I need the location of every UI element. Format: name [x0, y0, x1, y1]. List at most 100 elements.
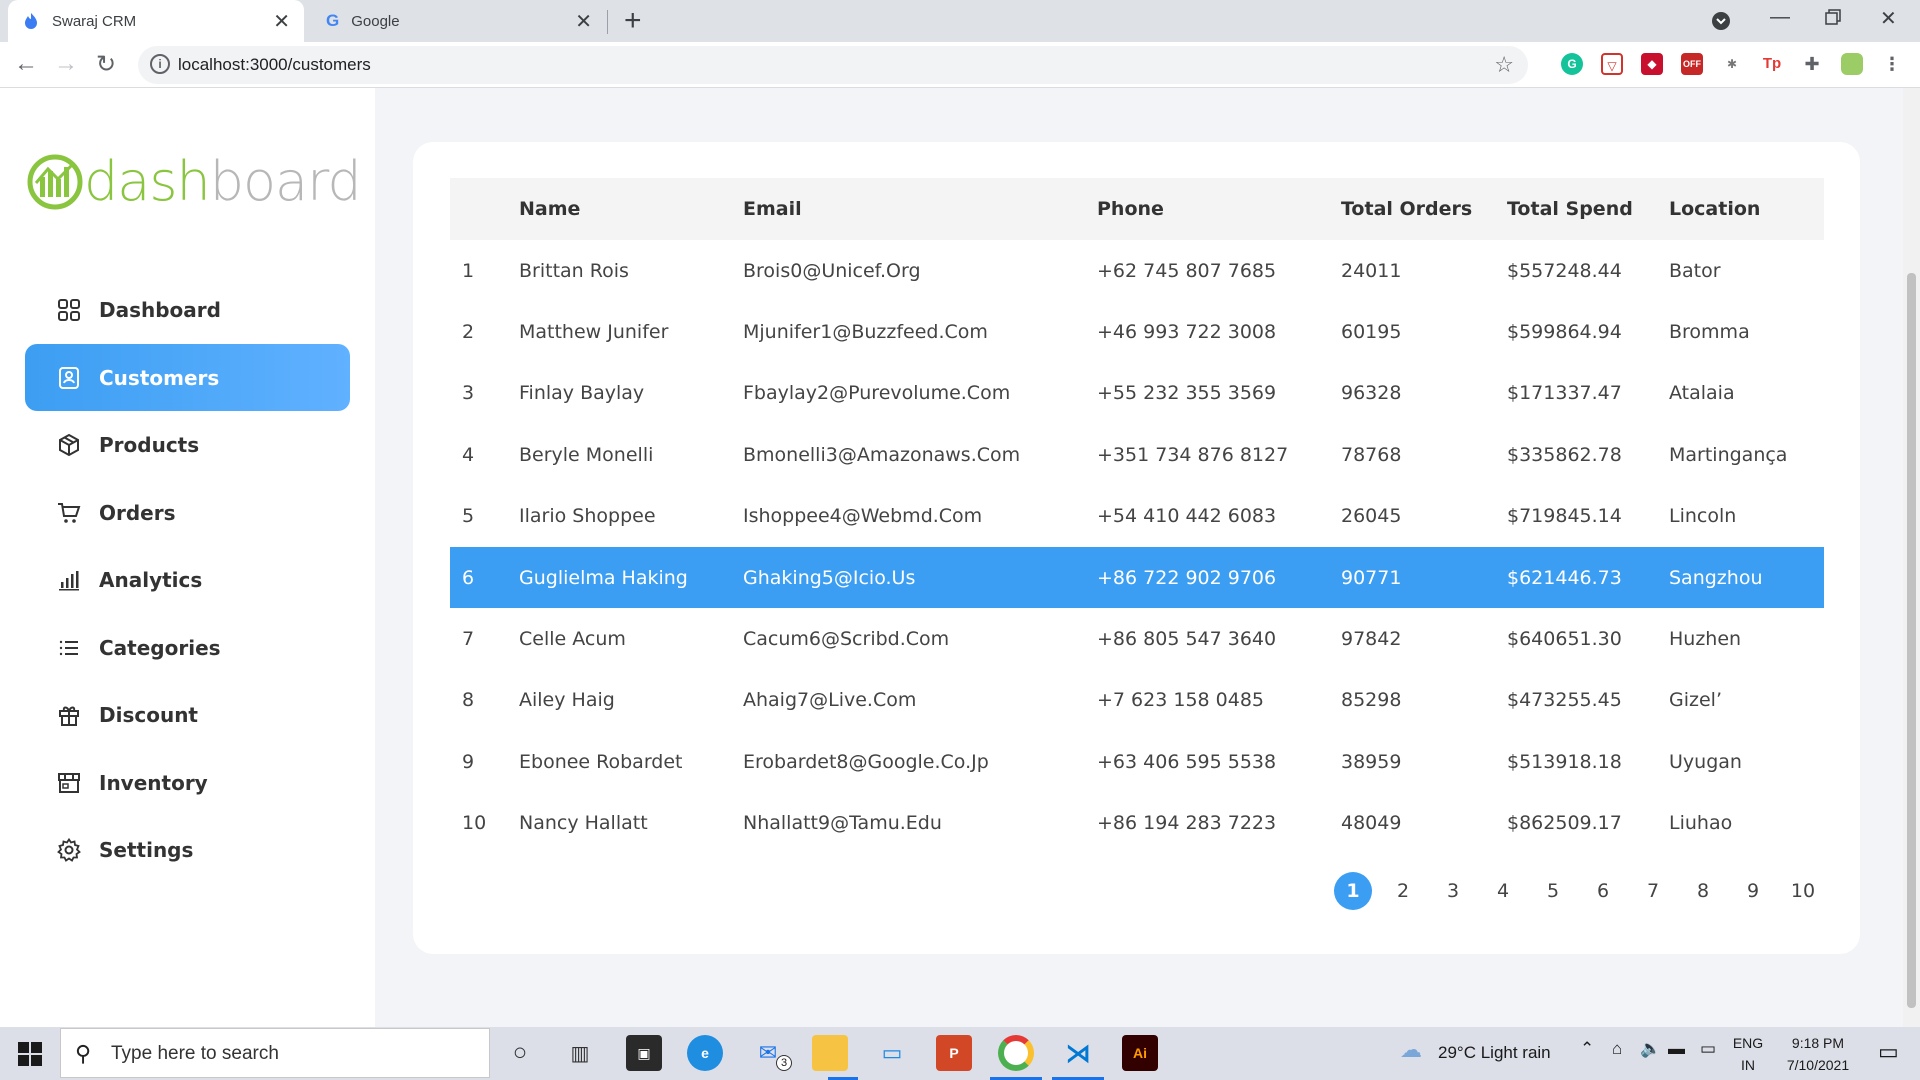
computer-icon[interactable]: ▭ — [874, 1035, 910, 1071]
cell-phone: +86 805 547 3640 — [1097, 628, 1277, 651]
tab-search-icon[interactable] — [1710, 10, 1732, 38]
volume-icon[interactable]: 🔈 — [1640, 1039, 1661, 1059]
notifications-icon[interactable]: ▭ — [1878, 1039, 1899, 1065]
sidebar-item-settings[interactable]: Settings — [25, 816, 350, 883]
cell-total-spend: $862509.17 — [1507, 812, 1622, 835]
new-tab-button[interactable]: + — [624, 4, 642, 38]
vscode-icon[interactable]: ⋊ — [1060, 1035, 1096, 1071]
restore-button[interactable] — [1824, 8, 1842, 32]
powerpoint-icon[interactable]: P — [936, 1035, 972, 1071]
bookmark-star-icon[interactable]: ☆ — [1494, 52, 1514, 78]
sidebar-item-orders[interactable]: Orders — [25, 479, 350, 546]
tab-swaraj-crm[interactable]: Swaraj CRM ✕ — [8, 0, 304, 42]
close-tab-icon[interactable]: ✕ — [575, 9, 592, 34]
tab-google[interactable]: G Google ✕ — [312, 0, 606, 42]
page-button-10[interactable]: 10 — [1784, 872, 1822, 910]
column-header-name[interactable]: Name — [507, 178, 731, 240]
page-button-2[interactable]: 2 — [1384, 872, 1422, 910]
sidebar-item-categories[interactable]: Categories — [25, 614, 350, 681]
cell-name: Nancy Hallatt — [519, 812, 648, 835]
scrollbar-thumb[interactable] — [1907, 273, 1916, 1008]
profile-avatar[interactable] — [1841, 53, 1863, 75]
battery-icon[interactable]: ▬ — [1668, 1039, 1685, 1059]
shield-extension-icon[interactable]: ◆ — [1641, 53, 1663, 75]
sidebar-item-analytics[interactable]: Analytics — [25, 546, 350, 613]
language-top[interactable]: ENG — [1730, 1035, 1766, 1051]
logo-mark-icon — [27, 154, 83, 209]
site-info-icon[interactable]: i — [150, 54, 170, 74]
clock-time[interactable]: 9:18 PM — [1770, 1035, 1866, 1051]
page-button-3[interactable]: 3 — [1434, 872, 1472, 910]
sidebar-item-discount[interactable]: Discount — [25, 681, 350, 748]
cell-total-spend: $719845.14 — [1507, 505, 1622, 528]
cell-name: Celle Acum — [519, 628, 626, 651]
reload-icon[interactable]: ↻ — [96, 50, 116, 79]
page-button-1[interactable]: 1 — [1334, 872, 1372, 910]
sidebar-item-dashboard[interactable]: Dashboard — [25, 276, 350, 343]
table-row[interactable]: 8 Ailey Haig Ahaig7@Live.Com +7 623 158 048… — [450, 670, 1824, 731]
table-row[interactable]: 2 Matthew Junifer Mjunifer1@Buzzfeed.Com +4… — [450, 301, 1824, 362]
sidebar-item-label: Inventory — [99, 770, 208, 795]
cell-total-orders: 38959 — [1341, 750, 1402, 773]
table-row[interactable]: 4 Beryle Monelli Bmonelli3@Amazonaws.Com +3… — [450, 424, 1824, 485]
chrome-icon[interactable] — [998, 1035, 1034, 1071]
table-row[interactable]: 3 Finlay Baylay Fbaylay2@Purevolume.Com +55… — [450, 363, 1824, 424]
url-text[interactable]: localhost:3000/customers — [178, 55, 371, 75]
tp-extension-icon[interactable]: Tp — [1761, 53, 1783, 75]
illustrator-icon[interactable]: Ai — [1122, 1035, 1158, 1071]
windows-start-icon[interactable] — [18, 1042, 42, 1066]
language-bottom[interactable]: IN — [1730, 1057, 1766, 1073]
off-extension-icon[interactable]: OFF — [1681, 53, 1703, 75]
page-button-4[interactable]: 4 — [1484, 872, 1522, 910]
browser-menu-icon[interactable]: ⋮ — [1881, 53, 1903, 75]
sidebar-item-products[interactable]: Products — [25, 411, 350, 478]
weather-text[interactable]: 29°C Light rain — [1438, 1043, 1551, 1063]
bug-extension-icon[interactable]: ✱ — [1721, 53, 1743, 75]
close-tab-icon[interactable]: ✕ — [273, 9, 290, 34]
page-button-7[interactable]: 7 — [1634, 872, 1672, 910]
table-row[interactable]: 7 Celle Acum Cacum6@Scribd.Com +86 805 547 … — [450, 608, 1824, 669]
weather-icon: ☁ — [1400, 1037, 1422, 1062]
cell-index: 4 — [462, 443, 475, 466]
cell-index: 6 — [462, 566, 475, 589]
page-scrollbar[interactable] — [1903, 88, 1920, 1027]
task-view-icon[interactable]: ▥ — [562, 1035, 598, 1071]
store-icon[interactable]: ▣ — [626, 1035, 662, 1071]
pocket-extension-icon[interactable]: ▽ — [1601, 53, 1623, 75]
minimize-button[interactable]: — — [1770, 6, 1790, 29]
sidebar-item-label: Analytics — [99, 567, 203, 592]
back-arrow-icon[interactable]: ← — [14, 50, 38, 78]
forward-arrow-icon[interactable]: → — [54, 50, 78, 78]
page-button-9[interactable]: 9 — [1734, 872, 1772, 910]
clock-date[interactable]: 7/10/2021 — [1770, 1057, 1866, 1073]
column-header-location[interactable]: Location — [1657, 178, 1824, 240]
extensions-puzzle-icon[interactable]: ✚ — [1801, 53, 1823, 75]
edge-browser-icon[interactable]: e — [687, 1035, 723, 1071]
sidebar-item-inventory[interactable]: Inventory — [25, 749, 350, 816]
dashboard-logo[interactable]: dashboard — [26, 150, 362, 213]
network-icon[interactable]: ⌂ — [1612, 1039, 1622, 1059]
close-window-button[interactable]: ✕ — [1880, 6, 1897, 31]
sidebar-item-customers[interactable]: Customers — [25, 344, 350, 411]
column-header-phone[interactable]: Phone — [1085, 178, 1329, 240]
table-row[interactable]: 5 Ilario Shoppee Ishoppee4@Webmd.Com +54 41… — [450, 486, 1824, 547]
file-explorer-icon[interactable] — [812, 1035, 848, 1071]
grammarly-extension-icon[interactable]: G — [1561, 53, 1583, 75]
address-bar[interactable]: i localhost:3000/customers ☆ — [138, 46, 1528, 84]
table-row[interactable]: 10 Nancy Hallatt Nhallatt9@Tamu.Edu +86 194… — [450, 793, 1824, 854]
taskbar-search-box[interactable]: ⚲ Type here to search — [60, 1028, 490, 1078]
cell-name: Guglielma Haking — [519, 566, 688, 589]
cell-total-spend: $473255.45 — [1507, 689, 1622, 712]
cortana-icon[interactable]: ○ — [502, 1035, 538, 1071]
show-hidden-icons-chevron-icon[interactable]: ⌃ — [1580, 1039, 1594, 1059]
table-row[interactable]: 9 Ebonee Robardet Erobardet8@Google.Co.Jp +… — [450, 731, 1824, 792]
table-row[interactable]: 6 Guglielma Haking Ghaking5@Icio.Us +86 722… — [450, 546, 1824, 609]
table-row[interactable]: 1 Brittan Rois Brois0@Unicef.Org +62 745 80… — [450, 240, 1824, 301]
page-button-8[interactable]: 8 — [1684, 872, 1722, 910]
page-button-5[interactable]: 5 — [1534, 872, 1572, 910]
column-header-email[interactable]: Email — [731, 178, 1085, 240]
page-button-6[interactable]: 6 — [1584, 872, 1622, 910]
column-header-total-spend[interactable]: Total Spend — [1495, 178, 1657, 240]
column-header-total-orders[interactable]: Total Orders — [1329, 178, 1495, 240]
display-icon[interactable]: ▭ — [1700, 1039, 1716, 1059]
